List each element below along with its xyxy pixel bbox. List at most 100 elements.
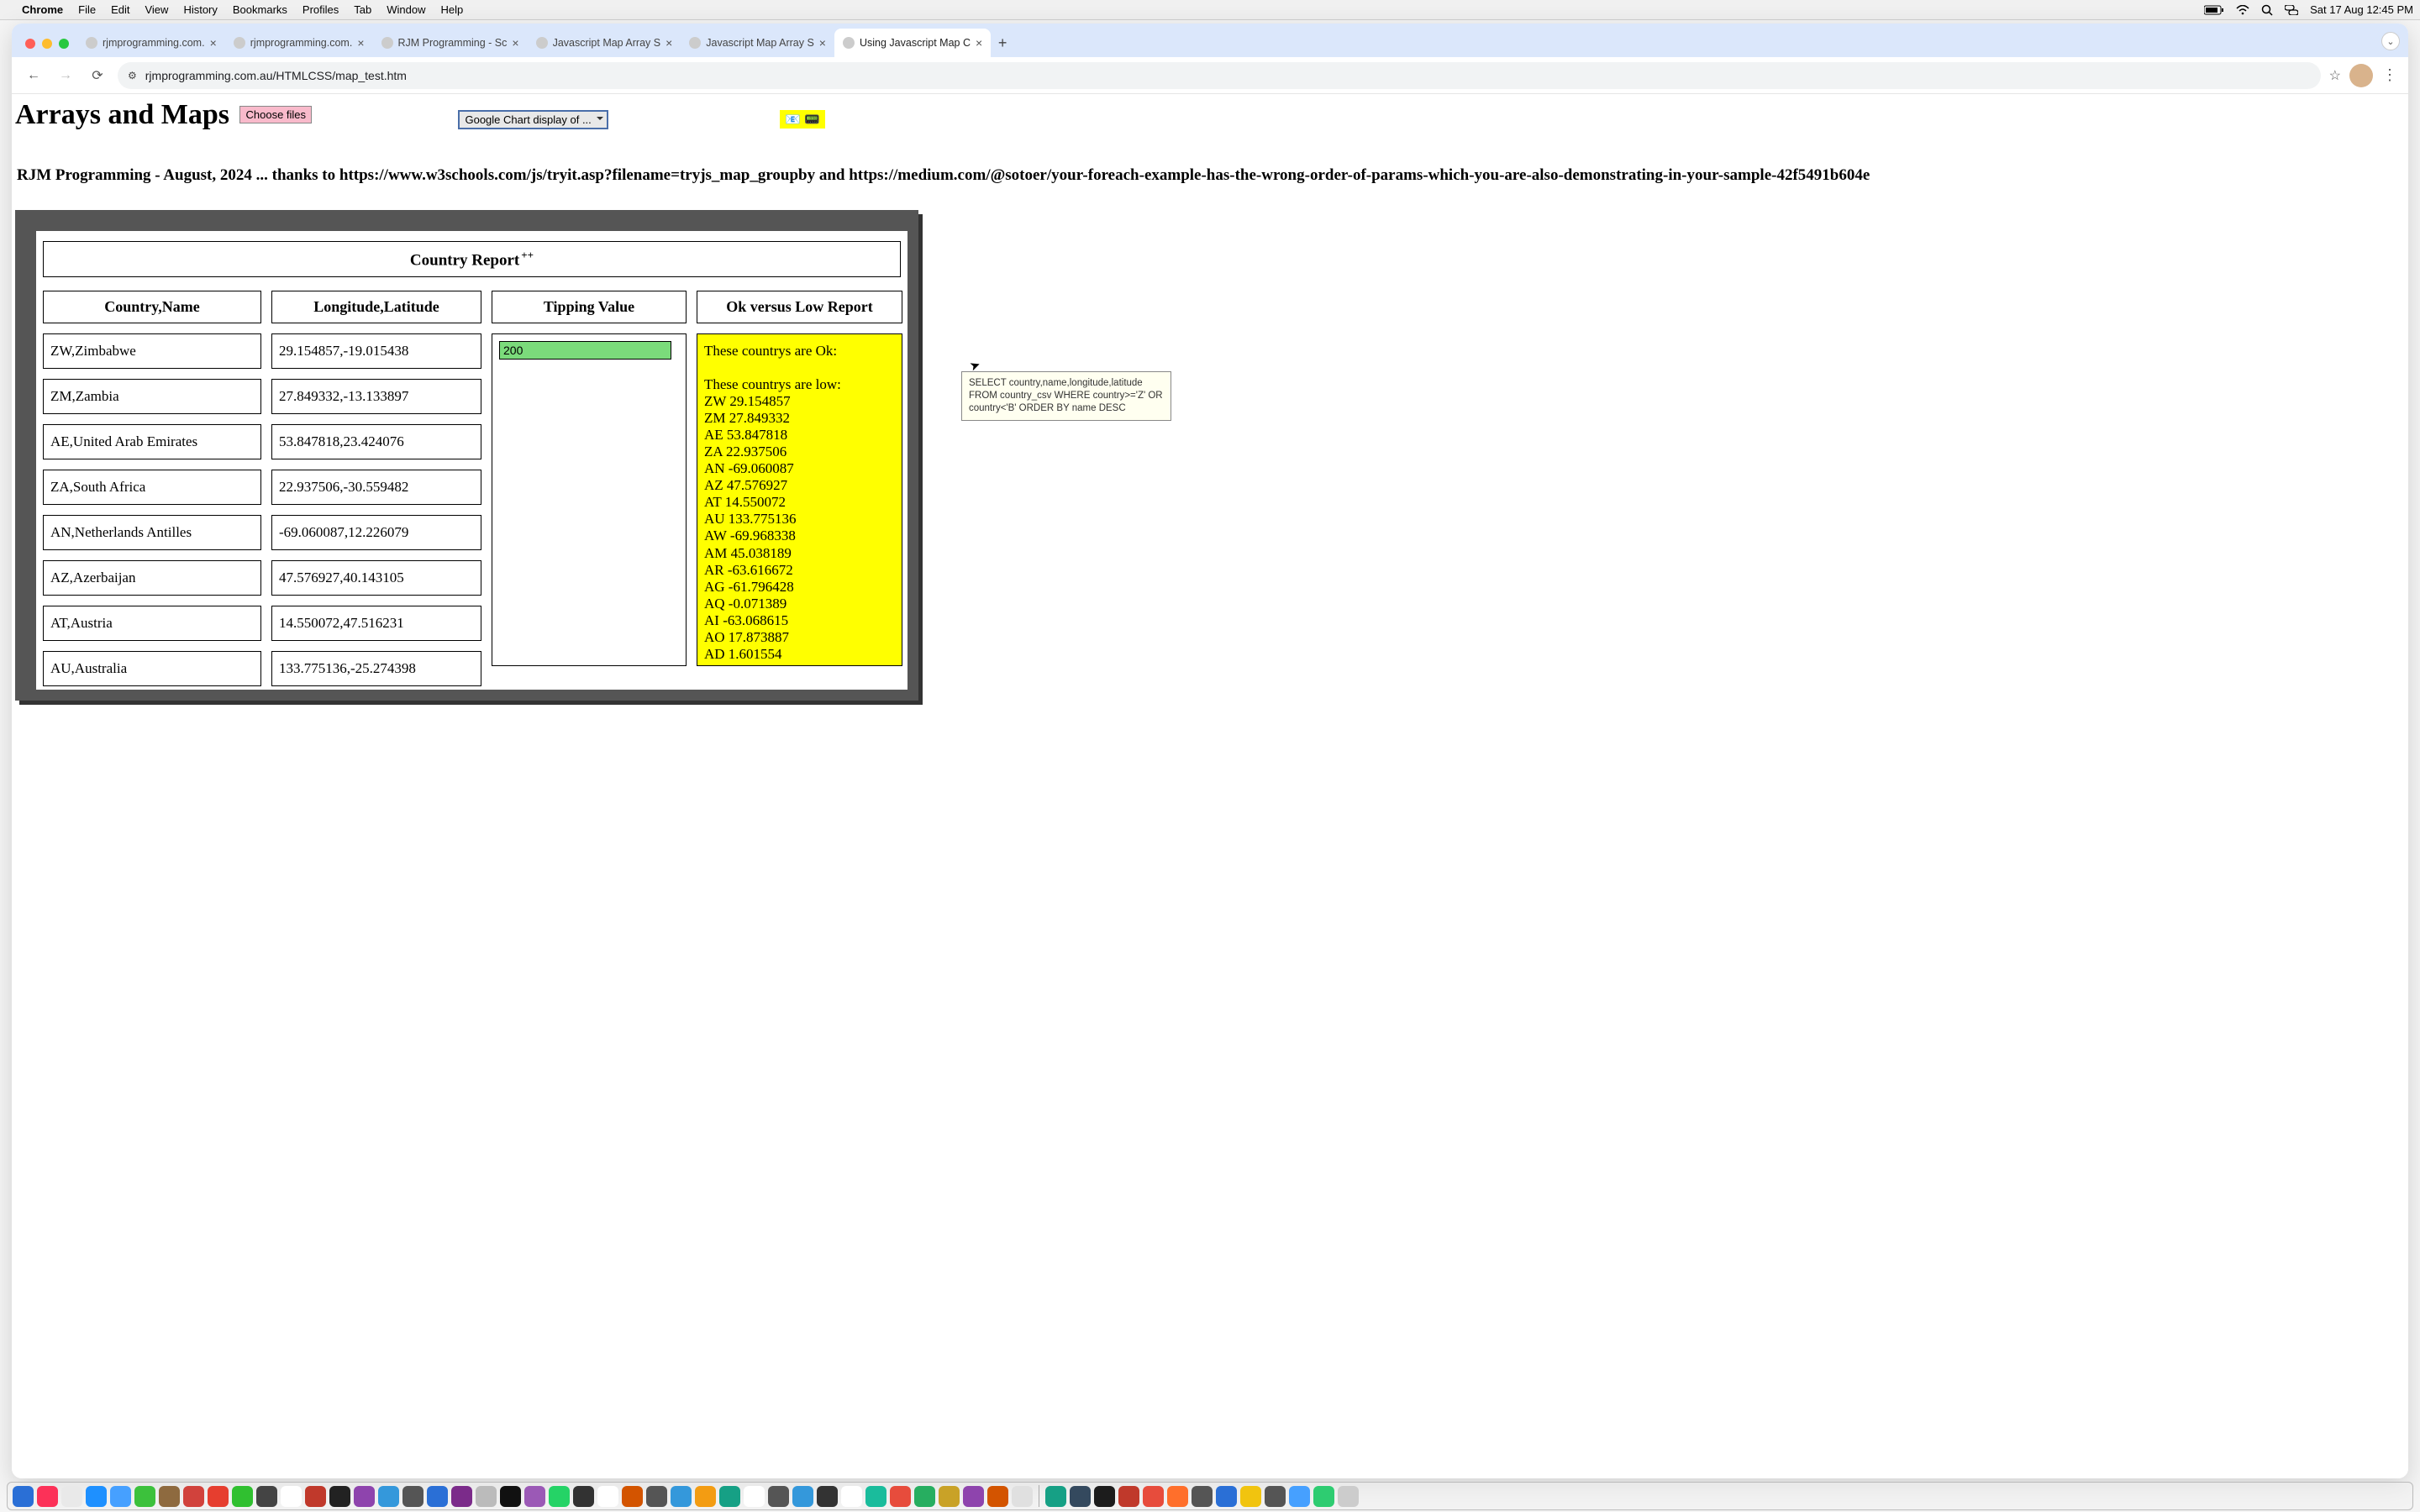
dock-app[interactable] xyxy=(13,1486,34,1507)
dock-app[interactable] xyxy=(134,1486,155,1507)
dock-app[interactable] xyxy=(110,1486,131,1507)
wifi-icon[interactable] xyxy=(2236,5,2249,15)
dock-app[interactable] xyxy=(646,1486,667,1507)
dock-app[interactable] xyxy=(1265,1486,1286,1507)
site-settings-icon[interactable]: ⚙ xyxy=(128,70,137,81)
dock-app[interactable] xyxy=(305,1486,326,1507)
country-cell[interactable]: AN,Netherlands Antilles xyxy=(43,515,261,550)
dock-app[interactable] xyxy=(1338,1486,1359,1507)
close-tab-icon[interactable]: × xyxy=(210,36,217,50)
dock-app[interactable] xyxy=(744,1486,765,1507)
dock-app[interactable] xyxy=(354,1486,375,1507)
browser-tab[interactable]: Javascript Map Array S× xyxy=(528,29,681,57)
dock-app[interactable] xyxy=(1094,1486,1115,1507)
minimize-window-icon[interactable] xyxy=(42,39,52,49)
control-center-icon[interactable] xyxy=(2285,5,2298,15)
dock-app[interactable] xyxy=(208,1486,229,1507)
longlat-cell[interactable]: -69.060087,12.226079 xyxy=(271,515,481,550)
dock-app[interactable] xyxy=(549,1486,570,1507)
menu-window[interactable]: Window xyxy=(387,3,425,16)
dock-app[interactable] xyxy=(1289,1486,1310,1507)
dock-app[interactable] xyxy=(1045,1486,1066,1507)
menu-history[interactable]: History xyxy=(183,3,217,16)
dock-app[interactable] xyxy=(914,1486,935,1507)
app-name[interactable]: Chrome xyxy=(22,3,63,16)
dock-app[interactable] xyxy=(476,1486,497,1507)
browser-tab[interactable]: Using Javascript Map C× xyxy=(834,29,991,57)
dock-app[interactable] xyxy=(86,1486,107,1507)
new-tab-button[interactable]: + xyxy=(991,34,1014,57)
country-cell[interactable]: AT,Austria xyxy=(43,606,261,641)
dock-app[interactable] xyxy=(597,1486,618,1507)
google-chart-select[interactable]: Google Chart display of ... xyxy=(458,110,608,129)
action-emoji-buttons[interactable]: 📧 📟 xyxy=(780,110,825,129)
clock[interactable]: Sat 17 Aug 12:45 PM xyxy=(2310,3,2413,16)
tab-overflow-button[interactable]: ⌄ xyxy=(2381,32,2400,50)
dock-app[interactable] xyxy=(671,1486,692,1507)
dock-app[interactable] xyxy=(183,1486,204,1507)
longlat-cell[interactable]: 53.847818,23.424076 xyxy=(271,424,481,459)
dock-app[interactable] xyxy=(963,1486,984,1507)
close-window-icon[interactable] xyxy=(25,39,35,49)
menu-help[interactable]: Help xyxy=(441,3,464,16)
dock-app[interactable] xyxy=(792,1486,813,1507)
longlat-cell[interactable]: 22.937506,-30.559482 xyxy=(271,470,481,505)
browser-tab[interactable]: Javascript Map Array S× xyxy=(681,29,834,57)
country-cell[interactable]: ZW,Zimbabwe xyxy=(43,333,261,369)
menu-profiles[interactable]: Profiles xyxy=(302,3,339,16)
macos-dock[interactable] xyxy=(7,1482,2413,1510)
country-cell[interactable]: ZA,South Africa xyxy=(43,470,261,505)
dock-app[interactable] xyxy=(622,1486,643,1507)
dock-app[interactable] xyxy=(500,1486,521,1507)
dock-app[interactable] xyxy=(1240,1486,1261,1507)
choose-files-button[interactable]: Choose files xyxy=(239,106,312,123)
dock-app[interactable] xyxy=(1192,1486,1213,1507)
spotlight-icon[interactable] xyxy=(2261,4,2273,16)
dock-app[interactable] xyxy=(1216,1486,1237,1507)
dock-app[interactable] xyxy=(427,1486,448,1507)
dock-app[interactable] xyxy=(1167,1486,1188,1507)
dock-app[interactable] xyxy=(841,1486,862,1507)
close-tab-icon[interactable]: × xyxy=(976,36,982,50)
menu-bookmarks[interactable]: Bookmarks xyxy=(233,3,287,16)
country-cell[interactable]: AU,Australia xyxy=(43,651,261,686)
longlat-cell[interactable]: 29.154857,-19.015438 xyxy=(271,333,481,369)
dock-app[interactable] xyxy=(865,1486,886,1507)
dock-app[interactable] xyxy=(719,1486,740,1507)
dock-app[interactable] xyxy=(378,1486,399,1507)
close-tab-icon[interactable]: × xyxy=(819,36,826,50)
dock-app[interactable] xyxy=(256,1486,277,1507)
close-tab-icon[interactable]: × xyxy=(666,36,672,50)
dock-app[interactable] xyxy=(939,1486,960,1507)
close-tab-icon[interactable]: × xyxy=(512,36,518,50)
menu-file[interactable]: File xyxy=(78,3,96,16)
back-button[interactable]: ← xyxy=(22,64,45,87)
tipping-value-input[interactable] xyxy=(499,341,671,360)
dock-app[interactable] xyxy=(524,1486,545,1507)
dock-app[interactable] xyxy=(159,1486,180,1507)
close-tab-icon[interactable]: × xyxy=(357,36,364,50)
dock-app[interactable] xyxy=(1118,1486,1139,1507)
dock-app[interactable] xyxy=(1313,1486,1334,1507)
browser-tab[interactable]: RJM Programming - Sc× xyxy=(373,29,528,57)
dock-app[interactable] xyxy=(987,1486,1008,1507)
forward-button[interactable]: → xyxy=(54,64,77,87)
country-cell[interactable]: ZM,Zambia xyxy=(43,379,261,414)
menu-tab[interactable]: Tab xyxy=(354,3,371,16)
country-cell[interactable]: AZ,Azerbaijan xyxy=(43,560,261,596)
country-cell[interactable]: AE,United Arab Emirates xyxy=(43,424,261,459)
chrome-menu-icon[interactable]: ⋮ xyxy=(2381,66,2398,84)
battery-icon[interactable] xyxy=(2204,5,2224,15)
dock-app[interactable] xyxy=(281,1486,302,1507)
dock-app[interactable] xyxy=(817,1486,838,1507)
browser-tab[interactable]: rjmprogramming.com.× xyxy=(225,29,373,57)
dock-app[interactable] xyxy=(695,1486,716,1507)
bookmark-star-icon[interactable]: ☆ xyxy=(2329,67,2341,84)
dock-app[interactable] xyxy=(329,1486,350,1507)
dock-app[interactable] xyxy=(451,1486,472,1507)
dock-app[interactable] xyxy=(1070,1486,1091,1507)
dock-app[interactable] xyxy=(61,1486,82,1507)
dock-app[interactable] xyxy=(768,1486,789,1507)
menu-view[interactable]: View xyxy=(145,3,168,16)
dock-app[interactable] xyxy=(1012,1486,1033,1507)
